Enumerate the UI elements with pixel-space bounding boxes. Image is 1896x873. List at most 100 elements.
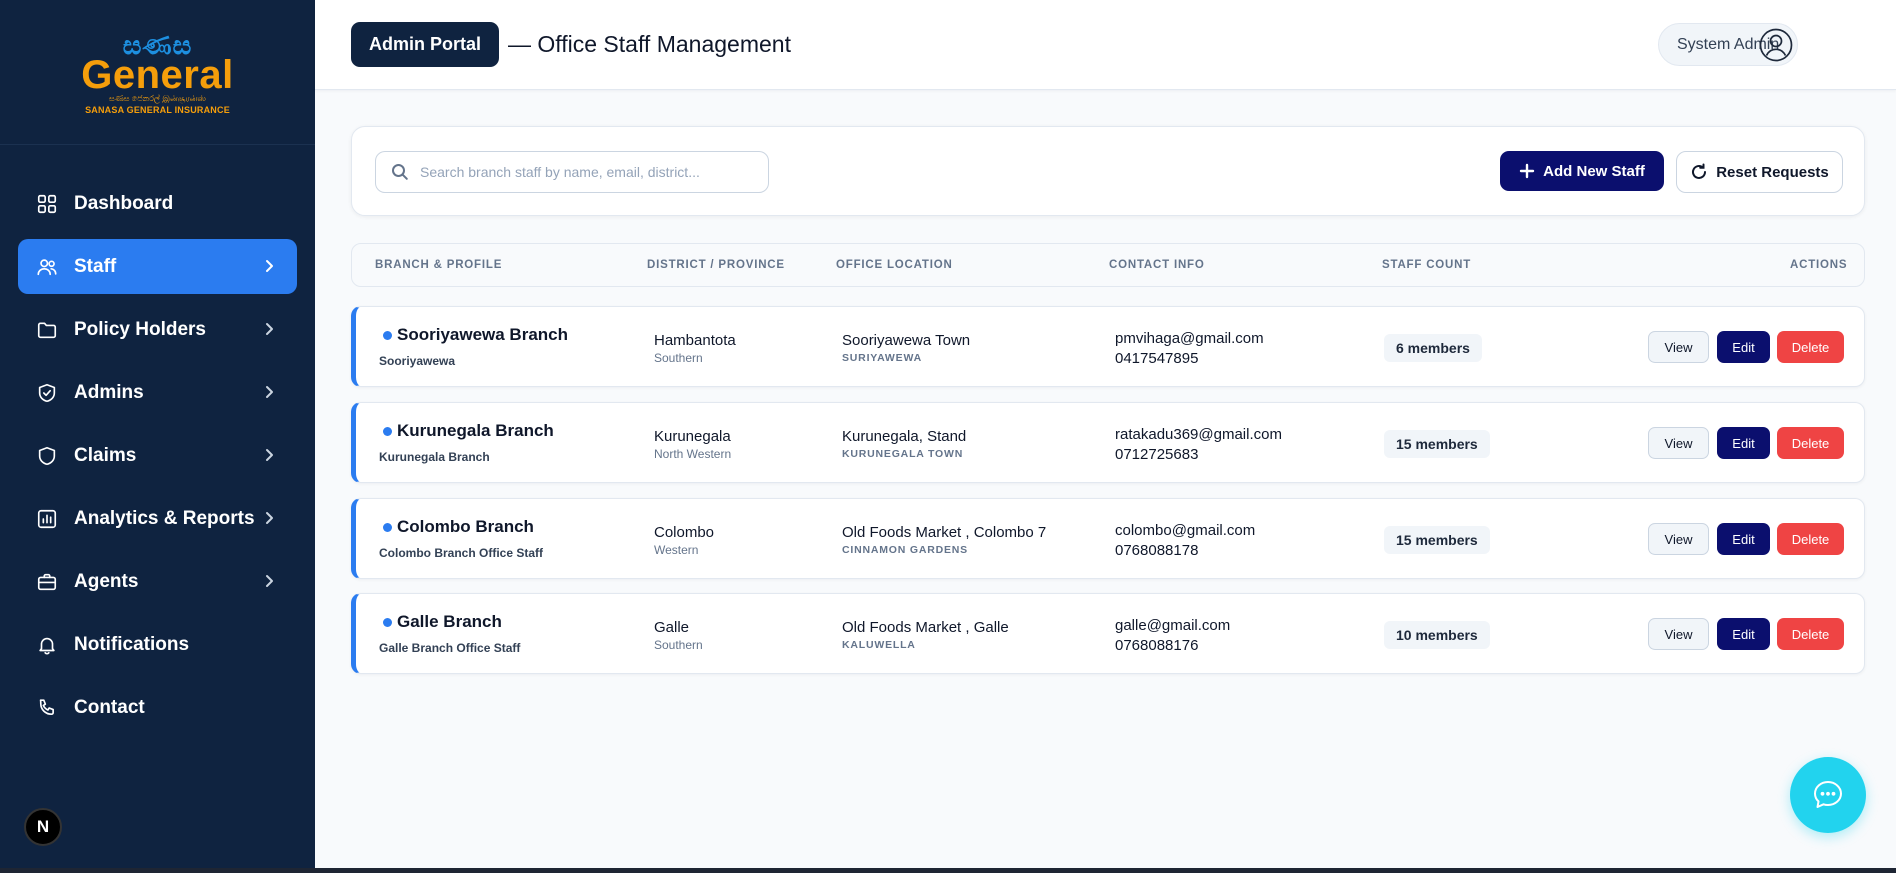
contact-email: galle@gmail.com (1115, 617, 1231, 634)
add-new-staff-button[interactable]: Add New Staff (1500, 151, 1664, 191)
column-header-location: OFFICE LOCATION (836, 259, 953, 271)
search-input[interactable] (420, 152, 760, 192)
sidebar-item-claims[interactable]: Claims (18, 428, 297, 483)
reset-requests-label: Reset Requests (1716, 163, 1829, 181)
office-location: Sooriyawewa Town (842, 332, 971, 349)
column-header-contact: CONTACT INFO (1109, 259, 1205, 271)
column-header-actions: ACTIONS (1790, 259, 1848, 271)
delete-button[interactable]: Delete (1777, 331, 1844, 363)
status-dot (383, 618, 392, 627)
chevron-right-icon (261, 510, 277, 526)
contact-email: colombo@gmail.com (1115, 522, 1256, 539)
office-location: Kurunegala, Stand (842, 428, 967, 445)
status-dot (383, 331, 392, 340)
sidebar-item-label: Contact (74, 696, 145, 718)
page-title: — Office Staff Management (508, 31, 791, 57)
chevron-right-icon (261, 384, 277, 400)
branch-profile: Galle Branch Office Staff (379, 641, 521, 655)
users-icon (36, 256, 58, 278)
refresh-icon (1692, 163, 1707, 179)
status-dot (383, 523, 392, 532)
window-bottom-edge (0, 868, 1896, 873)
chevron-right-icon (261, 447, 277, 463)
sidebar-item-agents[interactable]: Agents (18, 554, 297, 609)
office-area: SURIYAWEWA (842, 352, 922, 364)
province: Southern (654, 351, 703, 365)
table-row: Galle Branch Galle Branch Office Staff G… (351, 593, 1865, 674)
branch-profile: Sooriyawewa (379, 354, 456, 368)
edit-button[interactable]: Edit (1717, 618, 1770, 650)
logo-tagline: සණස ජෙනරල් இன்சூரன்ஸ் (109, 93, 206, 103)
province: Southern (654, 638, 703, 652)
staff-count-badge: 6 members (1384, 334, 1482, 362)
sidebar-item-contact[interactable]: Contact (18, 680, 297, 735)
sidebar-item-label: Policy Holders (74, 318, 206, 340)
district: Colombo (654, 524, 715, 541)
view-button[interactable]: View (1648, 523, 1709, 555)
reset-requests-button[interactable]: Reset Requests (1676, 151, 1843, 193)
briefcase-icon (36, 571, 58, 593)
delete-button[interactable]: Delete (1777, 618, 1844, 650)
toolbar-card: Add New Staff Reset Requests (351, 126, 1865, 216)
table-row: Kurunegala Branch Kurunegala Branch Kuru… (351, 402, 1865, 483)
bar-chart-icon (36, 508, 58, 530)
sidebar-item-label: Admins (74, 381, 144, 403)
sidebar-item-label: Dashboard (74, 192, 174, 214)
status-dot (383, 427, 392, 436)
plus-icon (1519, 163, 1535, 179)
chat-button[interactable] (1790, 757, 1866, 833)
contact-phone: 0417547895 (1115, 350, 1199, 367)
shield-icon (36, 445, 58, 467)
sidebar-item-label: Claims (74, 444, 137, 466)
logo-main-text: General (81, 52, 234, 97)
chat-bubble-icon (1814, 781, 1842, 808)
sidebar-nav: Dashboard Staff Policy Holders Admins Cl… (0, 176, 315, 743)
brand-logo[interactable]: සණස General සණස ජෙනරල් இன்சூரன்ஸ் SANASA… (0, 0, 315, 145)
branch-name: Colombo Branch (397, 517, 534, 536)
office-area: CINNAMON GARDENS (842, 544, 968, 556)
bell-icon (36, 634, 58, 656)
folder-icon (36, 319, 58, 341)
sidebar-item-label: Analytics & Reports (74, 507, 255, 529)
delete-button[interactable]: Delete (1777, 427, 1844, 459)
chevron-right-icon (261, 573, 277, 589)
sidebar-item-label: Staff (74, 255, 117, 277)
sidebar-item-label: Agents (74, 570, 139, 592)
chevron-right-icon (261, 321, 277, 337)
branch-profile: Colombo Branch Office Staff (379, 546, 544, 560)
branch-name: Kurunegala Branch (397, 421, 554, 440)
dev-tools-badge[interactable]: N (24, 808, 62, 846)
column-header-staff-count: STAFF COUNT (1382, 259, 1472, 271)
branch-name: Sooriyawewa Branch (397, 325, 569, 344)
sidebar-item-analytics-reports[interactable]: Analytics & Reports (18, 491, 297, 546)
chevron-right-icon (261, 258, 277, 274)
view-button[interactable]: View (1648, 331, 1709, 363)
staff-count-badge: 10 members (1384, 621, 1490, 649)
user-avatar-icon[interactable] (1758, 27, 1794, 63)
add-new-staff-label: Add New Staff (1543, 162, 1645, 180)
sidebar-item-staff[interactable]: Staff (18, 239, 297, 294)
office-area: KURUNEGALA TOWN (842, 448, 964, 460)
district: Kurunegala (654, 428, 731, 445)
contact-phone: 0768088178 (1115, 542, 1199, 559)
sidebar-item-dashboard[interactable]: Dashboard (18, 176, 297, 231)
table-row: Sooriyawewa Branch Sooriyawewa Hambantot… (351, 306, 1865, 387)
staff-count-badge: 15 members (1384, 430, 1490, 458)
search-icon (391, 163, 409, 181)
district: Galle (654, 619, 690, 636)
delete-button[interactable]: Delete (1777, 523, 1844, 555)
province: Western (654, 543, 699, 557)
edit-button[interactable]: Edit (1717, 523, 1770, 555)
sidebar-item-policy-holders[interactable]: Policy Holders (18, 302, 297, 357)
view-button[interactable]: View (1648, 427, 1709, 459)
district: Hambantota (654, 332, 736, 349)
view-button[interactable]: View (1648, 618, 1709, 650)
search-box[interactable] (375, 151, 769, 193)
sidebar-item-notifications[interactable]: Notifications (18, 617, 297, 672)
phone-icon (36, 697, 58, 719)
table-row: Colombo Branch Colombo Branch Office Sta… (351, 498, 1865, 579)
edit-button[interactable]: Edit (1717, 331, 1770, 363)
edit-button[interactable]: Edit (1717, 427, 1770, 459)
sidebar-item-admins[interactable]: Admins (18, 365, 297, 420)
column-header-branch: BRANCH & PROFILE (375, 259, 503, 271)
